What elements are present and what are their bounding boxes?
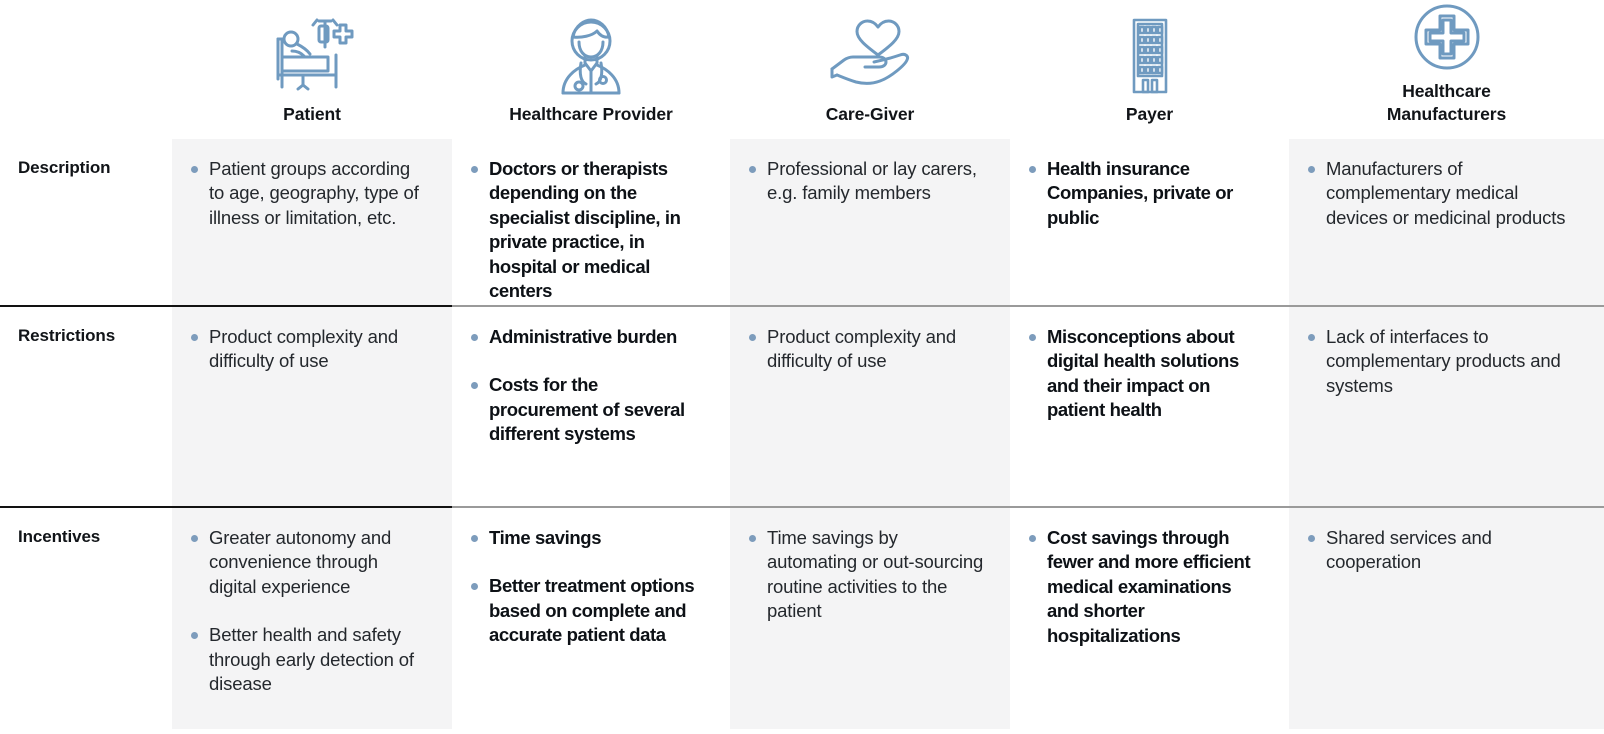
cell-incentives-payer: Cost savings through fewer and more effi…	[1010, 508, 1289, 729]
bullet-list: Manufacturers of complementary medical d…	[1307, 157, 1582, 230]
row-label-restrictions: Restrictions	[0, 307, 172, 508]
table-row-description: Description Patient groups according to …	[0, 139, 1604, 314]
bullet-list: Administrative burden Costs for the proc…	[470, 325, 708, 447]
row-label-description: Description	[0, 139, 172, 314]
bullet-list: Product complexity and difficulty of use	[748, 325, 988, 374]
header-cell-patient: Patient	[172, 0, 452, 139]
cell-description-patient: Patient groups according to age, geograp…	[172, 139, 452, 314]
table-row-restrictions: Restrictions Product complexity and diff…	[0, 307, 1604, 508]
bullet-list: Lack of interfaces to complementary prod…	[1307, 325, 1582, 398]
list-item: Administrative burden	[470, 325, 708, 349]
header-cell-caregiver: Care-Giver	[730, 0, 1010, 139]
list-item: Better treatment options based on comple…	[470, 574, 708, 647]
cell-restrictions-patient: Product complexity and difficulty of use	[172, 307, 452, 508]
cell-description-provider: Doctors or therapists depending on the s…	[452, 139, 730, 314]
table-row-incentives: Incentives Greater autonomy and convenie…	[0, 508, 1604, 729]
cell-restrictions-payer: Misconceptions about digital health solu…	[1010, 307, 1289, 508]
list-item: Manufacturers of complementary medical d…	[1307, 157, 1582, 230]
list-item: Patient groups according to age, geograp…	[190, 157, 430, 230]
cell-description-caregiver: Professional or lay carers, e.g. family …	[730, 139, 1010, 314]
header-cell-manufacturer: Healthcare Manufacturers	[1289, 0, 1604, 139]
cell-restrictions-provider: Administrative burden Costs for the proc…	[452, 307, 730, 508]
bullet-list: Professional or lay carers, e.g. family …	[748, 157, 988, 206]
bullet-list: Doctors or therapists depending on the s…	[470, 157, 708, 303]
list-item: Product complexity and difficulty of use	[748, 325, 988, 374]
header-cell-provider: Healthcare Provider	[452, 0, 730, 139]
table-header-row: Patient Healthcare Provider Care-Giver P…	[0, 0, 1604, 139]
stakeholder-comparison-table: Patient Healthcare Provider Care-Giver P…	[0, 0, 1604, 734]
cell-incentives-manufacturer: Shared services and cooperation	[1289, 508, 1604, 729]
header-label-provider: Healthcare Provider	[509, 103, 673, 124]
bullet-list: Time savings by automating or out-sourci…	[748, 526, 988, 624]
list-item: Cost savings through fewer and more effi…	[1028, 526, 1267, 648]
list-item: Misconceptions about digital health solu…	[1028, 325, 1267, 423]
list-item: Better health and safety through early d…	[190, 623, 430, 696]
list-item: Greater autonomy and convenience through…	[190, 526, 430, 599]
list-item: Lack of interfaces to complementary prod…	[1307, 325, 1582, 398]
list-item: Time savings by automating or out-sourci…	[748, 526, 988, 624]
header-cell-payer: Payer	[1010, 0, 1289, 139]
bullet-list: Time savings Better treatment options ba…	[470, 526, 708, 648]
header-label-payer: Payer	[1125, 103, 1174, 124]
bullet-list: Patient groups according to age, geograp…	[190, 157, 430, 230]
header-label-caregiver: Care-Giver	[825, 103, 915, 124]
bullet-list: Product complexity and difficulty of use	[190, 325, 430, 374]
header-label-patient: Patient	[283, 103, 341, 124]
bullet-list: Cost savings through fewer and more effi…	[1028, 526, 1267, 648]
list-item: Shared services and cooperation	[1307, 526, 1582, 575]
medical-cross-circle-icon	[1412, 2, 1482, 72]
list-item: Health insurance Companies, private or p…	[1028, 157, 1267, 230]
row-label-incentives: Incentives	[0, 508, 172, 729]
office-building-icon	[1128, 17, 1172, 95]
header-label-manufacturer-line2: Manufacturers	[1386, 103, 1507, 124]
list-item: Time savings	[470, 526, 708, 550]
cell-description-payer: Health insurance Companies, private or p…	[1010, 139, 1289, 314]
list-item: Product complexity and difficulty of use	[190, 325, 430, 374]
doctor-icon	[555, 17, 627, 95]
cell-incentives-caregiver: Time savings by automating or out-sourci…	[730, 508, 1010, 729]
cell-restrictions-caregiver: Product complexity and difficulty of use	[730, 307, 1010, 508]
list-item: Professional or lay carers, e.g. family …	[748, 157, 988, 206]
cell-restrictions-manufacturer: Lack of interfaces to complementary prod…	[1289, 307, 1604, 508]
header-label-manufacturer: Healthcare Manufacturers	[1387, 80, 1506, 125]
bullet-list: Misconceptions about digital health solu…	[1028, 325, 1267, 423]
cell-incentives-patient: Greater autonomy and convenience through…	[172, 508, 452, 729]
header-corner-spacer	[0, 0, 172, 139]
heart-in-hand-icon	[826, 17, 914, 95]
list-item: Costs for the procurement of several dif…	[470, 373, 708, 446]
header-label-manufacturer-line1: Healthcare	[1402, 81, 1491, 102]
bullet-list: Greater autonomy and convenience through…	[190, 526, 430, 696]
patient-in-bed-icon	[269, 17, 355, 95]
list-item: Doctors or therapists depending on the s…	[470, 157, 708, 303]
bullet-list: Health insurance Companies, private or p…	[1028, 157, 1267, 230]
cell-description-manufacturer: Manufacturers of complementary medical d…	[1289, 139, 1604, 314]
cell-incentives-provider: Time savings Better treatment options ba…	[452, 508, 730, 729]
bullet-list: Shared services and cooperation	[1307, 526, 1582, 575]
